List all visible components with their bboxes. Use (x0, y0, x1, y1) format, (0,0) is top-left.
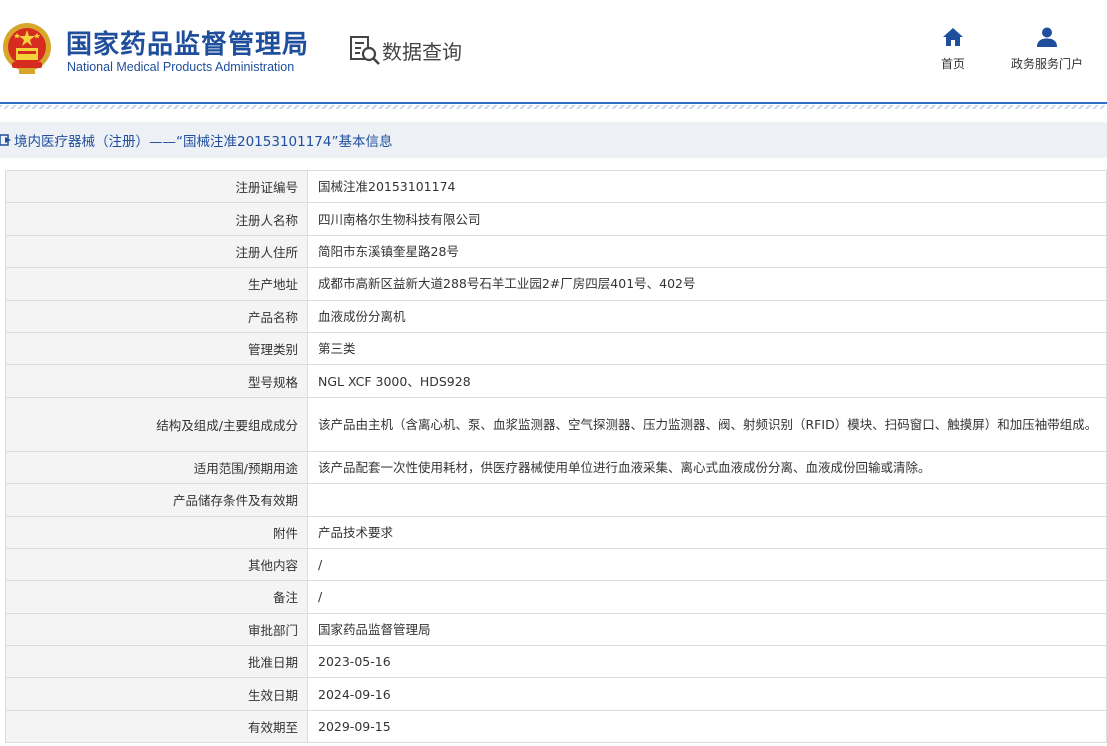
table-row: 生产地址 成都市高新区益新大道288号石羊工业园2#厂房四层401号、402号 (5, 267, 1107, 301)
field-value: / (307, 547, 1107, 582)
field-label: 适用范围/预期用途 (5, 450, 308, 485)
table-row: 注册人名称 四川南格尔生物科技有限公司 (5, 202, 1107, 236)
divider-pattern (0, 105, 1107, 109)
data-query-label: 数据查询 (382, 39, 462, 64)
table-row: 审批部门 国家药品监督管理局 (5, 612, 1107, 647)
crumb-arrow-icon (0, 134, 11, 146)
table-row: 产品储存条件及有效期 (5, 483, 1107, 517)
field-label: 注册证编号 (5, 169, 308, 204)
table-row: 管理类别 第三类 (5, 331, 1107, 366)
field-label: 产品名称 (5, 299, 308, 333)
field-value: 该产品配套一次性使用耗材，供医疗器械使用单位进行血液采集、离心式血液成份分离、血… (307, 450, 1107, 485)
table-row: 结构及组成/主要组成成分 该产品由主机（含离心机、泵、血浆监测器、空气探测器、压… (5, 396, 1107, 452)
data-query-title[interactable]: 数据查询 (348, 34, 462, 66)
national-emblem-icon (3, 23, 51, 74)
field-value: 2023-05-16 (307, 645, 1107, 679)
field-label: 附件 (5, 515, 308, 549)
user-icon (1037, 27, 1057, 47)
divider-line (0, 102, 1107, 104)
site-header: 国家药品监督管理局 National Medical Products Admi… (0, 0, 1107, 104)
field-value: NGL XCF 3000、HDS928 (307, 364, 1107, 398)
field-value: 国家药品监督管理局 (307, 612, 1107, 647)
home-icon (943, 28, 963, 46)
field-value: 第三类 (307, 331, 1107, 366)
nav-gov-service[interactable]: 政务服务门户 (1011, 26, 1083, 72)
field-value (307, 483, 1107, 517)
table-row: 备注 / (5, 580, 1107, 614)
table-row: 生效日期 2024-09-16 (5, 677, 1107, 711)
table-row: 注册证编号 国械注准20153101174 (5, 169, 1107, 204)
table-row: 批准日期 2023-05-16 (5, 645, 1107, 679)
table-row: 适用范围/预期用途 该产品配套一次性使用耗材，供医疗器械使用单位进行血液采集、离… (5, 450, 1107, 485)
field-value: 血液成份分离机 (307, 299, 1107, 333)
field-label: 有效期至 (5, 709, 308, 744)
field-label: 批准日期 (5, 645, 308, 679)
field-value: 产品技术要求 (307, 515, 1107, 549)
field-label: 审批部门 (5, 612, 308, 647)
field-value: 成都市高新区益新大道288号石羊工业园2#厂房四层401号、402号 (307, 267, 1107, 301)
nav-home-label: 首页 (941, 57, 966, 71)
table-row: 产品名称 血液成份分离机 (5, 299, 1107, 333)
field-value: 该产品由主机（含离心机、泵、血浆监测器、空气探测器、压力监测器、阀、射频识别（R… (307, 396, 1107, 452)
table-row: 其他内容 / (5, 547, 1107, 582)
field-label: 型号规格 (5, 364, 308, 398)
field-value: 四川南格尔生物科技有限公司 (307, 202, 1107, 236)
table-row: 有效期至 2029-09-15 (5, 709, 1107, 744)
field-value: 2029-09-15 (307, 709, 1107, 744)
field-label: 管理类别 (5, 331, 308, 366)
field-label: 其他内容 (5, 547, 308, 582)
nav-gov-label: 政务服务门户 (1011, 57, 1084, 71)
org-name-cn[interactable]: 国家药品监督管理局 (66, 24, 309, 61)
field-label: 备注 (5, 580, 308, 614)
field-value: 国械注准20153101174 (307, 169, 1107, 204)
table-row: 附件 产品技术要求 (5, 515, 1107, 549)
header-divider (0, 102, 1107, 110)
field-label: 生产地址 (5, 267, 308, 301)
field-value: 简阳市东溪镇奎星路28号 (307, 234, 1107, 269)
nav-home[interactable]: 首页 (941, 26, 965, 72)
field-label: 注册人名称 (5, 202, 308, 236)
field-value: 2024-09-16 (307, 677, 1107, 711)
field-label: 产品储存条件及有效期 (5, 483, 308, 517)
data-query-icon (350, 36, 380, 65)
device-info-table: 注册证编号 国械注准20153101174 注册人名称 四川南格尔生物科技有限公… (5, 169, 1107, 744)
breadcrumb: 境内医疗器械（注册）——“国械注准20153101174”基本信息 (0, 122, 1107, 158)
org-name-en[interactable]: National Medical Products Administration (67, 60, 294, 74)
table-row: 型号规格 NGL XCF 3000、HDS928 (5, 364, 1107, 398)
field-label: 注册人住所 (5, 234, 308, 269)
breadcrumb-text: 境内医疗器械（注册）——“国械注准20153101174”基本信息 (14, 134, 393, 150)
field-value: / (307, 580, 1107, 614)
field-label: 生效日期 (5, 677, 308, 711)
table-row: 注册人住所 简阳市东溪镇奎星路28号 (5, 234, 1107, 269)
field-label: 结构及组成/主要组成成分 (5, 396, 308, 452)
